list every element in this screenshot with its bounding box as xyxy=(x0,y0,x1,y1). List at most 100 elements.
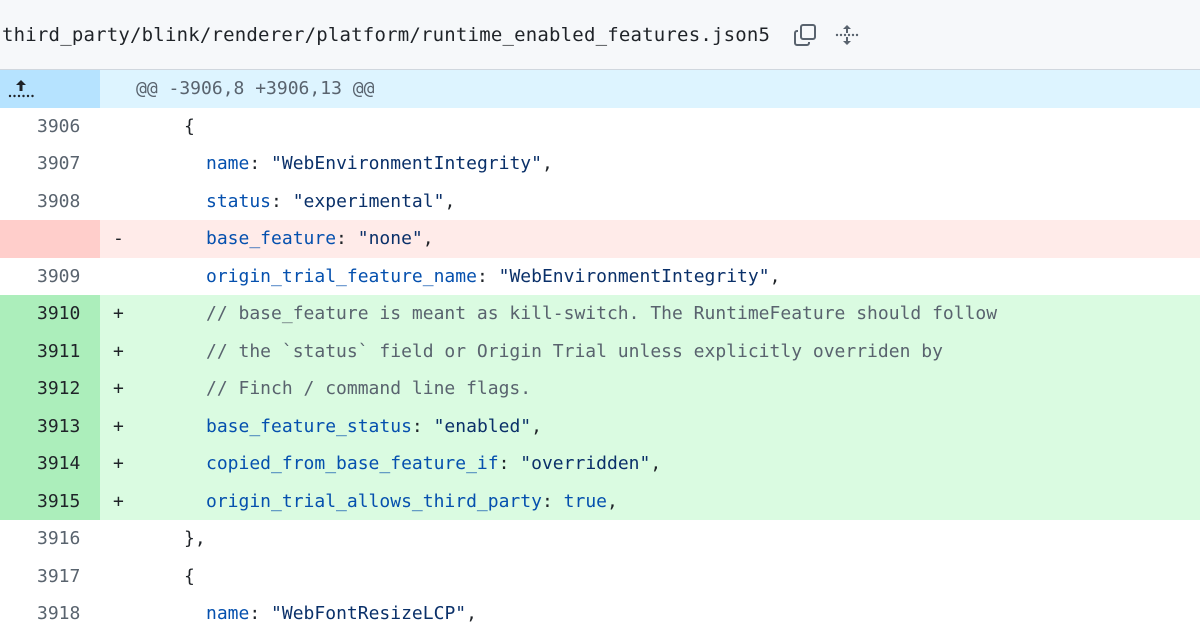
diff-marker xyxy=(100,520,136,558)
line-number[interactable]: 3910 xyxy=(0,295,100,333)
expand-up-icon[interactable] xyxy=(0,70,100,108)
file-path[interactable]: third_party/blink/renderer/platform/runt… xyxy=(2,24,770,46)
diff-marker: + xyxy=(113,340,124,362)
diff-line-add: 3912 + // Finch / command line flags. xyxy=(0,370,1200,408)
code-token-key: copied_from_base_feature_if xyxy=(206,453,499,474)
diff-line-add: 3910 + // base_feature is meant as kill-sw… xyxy=(0,295,1200,333)
code-content: copied_from_base_feature_if: "overridden… xyxy=(136,445,1200,483)
diff-marker: + xyxy=(113,303,124,324)
code-content: // base_feature is meant as kill-switch.… xyxy=(136,295,1200,333)
diff-line-ctx: 3916}, xyxy=(0,520,1200,558)
code-content: base_feature_status: "enabled", xyxy=(136,408,1200,446)
code-token-punct: : xyxy=(411,415,434,437)
code-content: name: "WebEnvironmentIntegrity", xyxy=(136,145,1200,183)
code-token-punct: , xyxy=(444,190,456,212)
diff-marker: + xyxy=(113,415,124,437)
diff-marker: - xyxy=(113,228,124,249)
code-token-key: base_feature_status xyxy=(206,415,412,437)
code-token-punct: : xyxy=(249,153,272,174)
code-token-punct: , xyxy=(466,603,477,624)
code-content: base_feature: "none", xyxy=(136,220,1200,258)
code-token-punct: }, xyxy=(184,528,206,549)
line-number[interactable] xyxy=(0,220,100,258)
code-token-punct: , xyxy=(769,265,781,287)
code-token-punct: { xyxy=(184,115,195,137)
code-token-punct: : xyxy=(476,265,499,287)
diff-line-ctx: 3907 name: "WebEnvironmentIntegrity", xyxy=(0,145,1200,183)
code-token-key: status xyxy=(206,190,272,212)
expand-all-icon[interactable] xyxy=(834,22,860,48)
code-content: }, xyxy=(136,520,1200,558)
code-token-punct: { xyxy=(184,565,195,587)
diff-marker xyxy=(100,108,136,146)
code-content: // Finch / command line flags. xyxy=(136,370,1200,408)
line-number[interactable]: 3916 xyxy=(0,520,100,558)
line-number[interactable]: 3911 xyxy=(0,332,100,370)
code-content: origin_trial_feature_name: "WebEnvironme… xyxy=(136,258,1200,296)
diff-line-ctx: 3906 { xyxy=(0,108,1200,146)
diff-marker xyxy=(100,258,136,296)
code-token-kw: true xyxy=(563,490,607,512)
diff-line-add: 3911 + // the `status` field or Origin Tri… xyxy=(0,332,1200,371)
line-number[interactable]: 3915 xyxy=(0,482,100,520)
code-token-key: origin_trial_feature_name xyxy=(206,265,477,287)
diff-line-ctx: 3918 name: "WebFontResizeLCP", xyxy=(0,595,1200,633)
code-content: status: "experimental", xyxy=(136,183,1200,221)
line-number[interactable]: 3906 xyxy=(0,108,100,146)
diff-marker: + xyxy=(113,453,124,474)
code-token-punct: : xyxy=(541,490,564,512)
code-token-comment: // the `status` field or Origin Trial un… xyxy=(206,340,943,362)
diff-line-ctx: 3908 status: "experimental", xyxy=(0,183,1200,221)
code-token-key: name xyxy=(206,603,250,624)
line-number[interactable]: 3907 xyxy=(0,145,100,183)
code-token-key: origin_trial_allows_third_party xyxy=(206,490,542,512)
line-number[interactable]: 3914 xyxy=(0,445,100,483)
code-token-punct: , xyxy=(541,153,553,174)
code-token-punct: : xyxy=(498,453,521,474)
line-number[interactable]: 3908 xyxy=(0,183,100,221)
diff-marker xyxy=(100,595,136,633)
line-number[interactable]: 3912 xyxy=(0,370,100,408)
diff-marker xyxy=(100,558,136,596)
diff-line-del: - base_feature: "none", xyxy=(0,220,1200,258)
diff-marker xyxy=(100,145,136,183)
code-token-str: "experimental" xyxy=(292,190,445,212)
code-token-punct: : xyxy=(336,228,358,249)
code-content: { xyxy=(136,108,1200,146)
line-number[interactable]: 3917 xyxy=(0,558,100,596)
line-number[interactable]: 3913 xyxy=(0,407,100,445)
diff-line-add: 3913 + base_feature_status: "enabled", xyxy=(0,407,1200,446)
code-token-punct: : xyxy=(271,190,293,212)
hunk-header-row: @@ -3906,8 +3906,13 @@ xyxy=(0,70,1200,108)
hunk-header: @@ -3906,8 +3906,13 @@ xyxy=(136,78,375,99)
diff-line-ctx: 3917 { xyxy=(0,558,1200,596)
code-token-str: "enabled" xyxy=(433,415,532,437)
code-token-str: "none" xyxy=(357,228,423,249)
diff-line-add: 3915 + origin_trial_allows_third_party: tr… xyxy=(0,482,1200,521)
diff-marker: + xyxy=(113,490,124,512)
code-content: name: "WebFontResizeLCP", xyxy=(136,595,1200,633)
diff-marker: + xyxy=(113,378,124,399)
line-number[interactable]: 3918 xyxy=(0,595,100,633)
diff-line-ctx: 3909 origin_trial_feature_name: "WebEnvir… xyxy=(0,258,1200,296)
file-header: third_party/blink/renderer/platform/runt… xyxy=(0,0,1200,70)
code-token-key: base_feature xyxy=(206,228,337,249)
code-content: // the `status` field or Origin Trial un… xyxy=(136,333,1200,371)
code-token-str: "WebFontResizeLCP" xyxy=(271,603,467,624)
code-token-punct: , xyxy=(531,415,542,437)
code-token-str: "WebEnvironmentIntegrity" xyxy=(498,265,770,287)
code-token-punct: , xyxy=(607,490,618,512)
code-token-punct: , xyxy=(422,228,434,249)
code-token-key: name xyxy=(206,153,250,174)
code-token-str: "WebEnvironmentIntegrity" xyxy=(271,153,542,174)
copy-icon[interactable] xyxy=(792,22,818,48)
diff-line-add: 3914 + copied_from_base_feature_if: "overr… xyxy=(0,445,1200,483)
code-token-comment: // Finch / command line flags. xyxy=(206,378,532,399)
code-content: origin_trial_allows_third_party: true, xyxy=(136,483,1200,521)
diff-table: @@ -3906,8 +3906,13 @@ 3906 {3907 name: "W… xyxy=(0,70,1200,633)
code-token-str: "overridden" xyxy=(520,453,651,474)
line-number[interactable]: 3909 xyxy=(0,258,100,296)
code-content: { xyxy=(136,558,1200,596)
diff-marker xyxy=(100,183,136,221)
code-token-punct: , xyxy=(650,453,662,474)
